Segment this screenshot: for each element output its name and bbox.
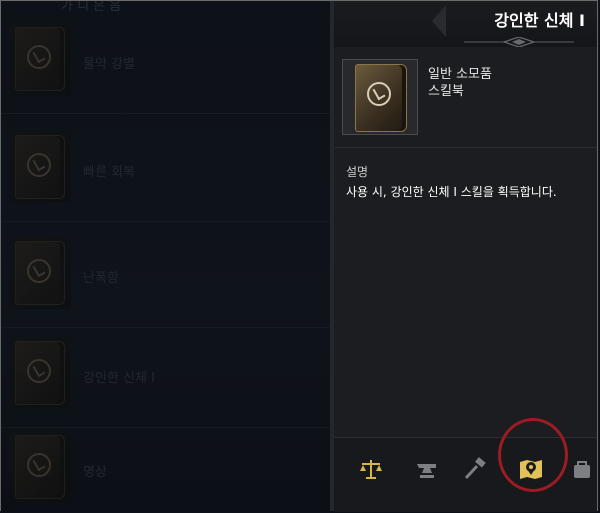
action-bar	[334, 418, 597, 512]
item-slot[interactable]	[342, 59, 418, 135]
item-category: 스킬북	[428, 84, 464, 99]
skillbook-list[interactable]: 가 디 은 음 물약 강별 빠른 회복 난폭함 강인한 신체 I 명상	[1, 1, 331, 511]
item-title: 강인한 신체 I	[494, 11, 585, 30]
highlight-circle	[498, 418, 568, 492]
header-ornament-icon	[464, 37, 574, 47]
description-text: 사용 시, 강인한 신체 I 스킬을 획득합니다.	[346, 185, 557, 199]
skillbook-icon	[355, 64, 407, 132]
item-detail-panel: 강인한 신체 I 일반 소모품 스킬북 설명 사용 시, 강인한 신체 I 스킬…	[334, 1, 597, 512]
header-arrow-icon	[432, 5, 446, 37]
dim-overlay	[1, 1, 331, 511]
bag-icon[interactable]	[570, 456, 596, 482]
section-divider	[334, 147, 597, 148]
description-label: 설명	[346, 165, 369, 179]
scales-icon[interactable]	[358, 456, 384, 482]
anvil-icon[interactable]	[414, 456, 440, 482]
hammer-icon[interactable]	[462, 456, 488, 482]
detail-header: 강인한 신체 I	[334, 1, 597, 47]
